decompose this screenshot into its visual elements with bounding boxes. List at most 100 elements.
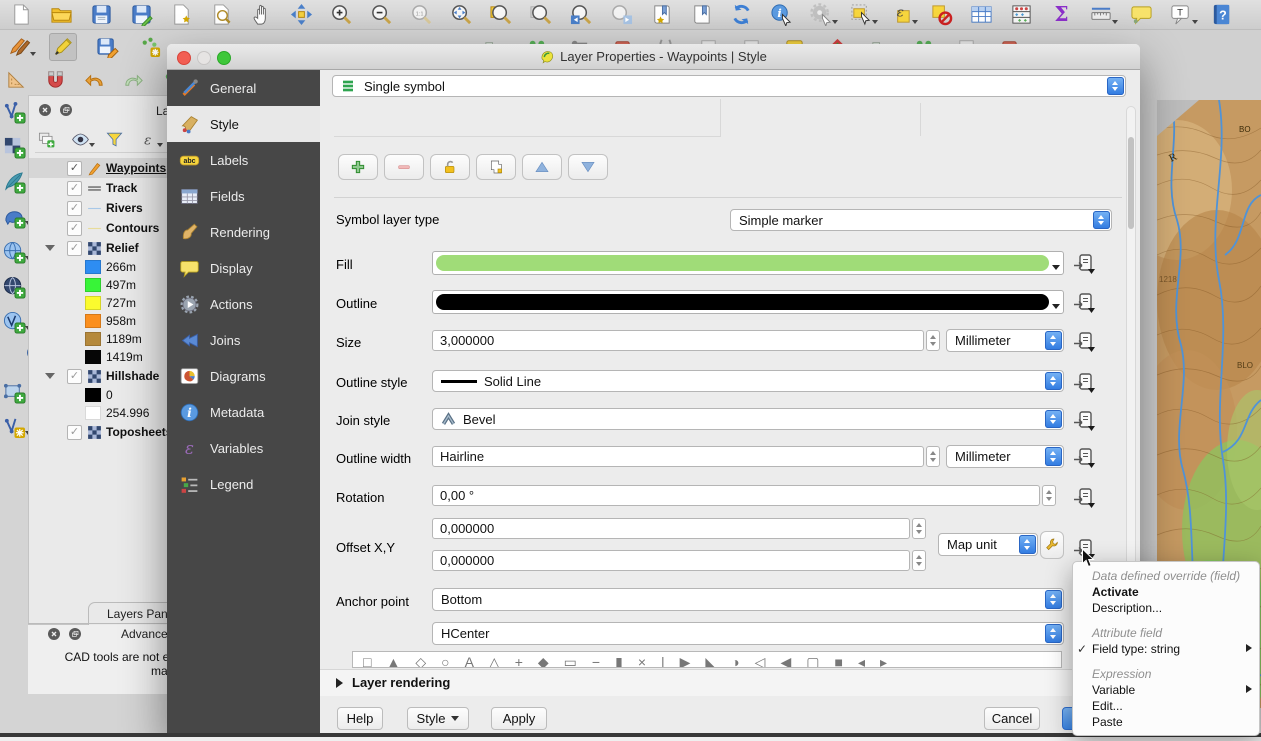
dropdown-spinner-icon[interactable] [1045,331,1062,350]
tab-metadata[interactable]: iMetadata [167,394,320,430]
layer-visibility-checkbox[interactable]: ✓ [67,369,82,384]
dropdown-spinner-icon[interactable] [1045,410,1062,428]
filter-legend[interactable] [103,129,125,151]
layer-visibility-checkbox[interactable]: ✓ [67,425,82,440]
snapping-options[interactable] [42,66,68,92]
zoom-out[interactable] [368,2,394,28]
new-bookmark[interactable] [648,2,674,28]
offset-unit-select[interactable]: Map unit [938,533,1038,556]
style-menu-button[interactable]: Style [407,707,469,730]
zoom-in[interactable] [328,2,354,28]
outline-data-defined-button[interactable] [1072,292,1098,314]
undo[interactable] [81,66,107,92]
outline-style-select[interactable]: Solid Line [432,370,1064,392]
layer-rendering-section[interactable]: Layer rendering [320,669,1140,696]
add-wms-layer[interactable] [1,240,27,264]
marker-triangle[interactable]: ▲ [386,654,400,667]
marker-ellipse[interactable]: ▭ [564,654,577,667]
anchor-vertical-select[interactable]: Bottom [432,588,1064,611]
marker-dash[interactable]: − [592,654,600,667]
expression-filter[interactable]: ε [137,129,159,151]
marker-pentagon[interactable]: ◇ [415,654,426,667]
layer-visibility-checkbox[interactable]: ✓ [67,221,82,236]
new-print-composer[interactable] [168,2,194,28]
new-shapefile-layer[interactable] [1,380,27,404]
pan-map[interactable] [248,2,274,28]
close-panel-icon[interactable] [37,102,53,118]
menu-item-variable[interactable]: Variable [1073,682,1259,698]
apply-button[interactable]: Apply [491,707,547,730]
anchor-horizontal-select[interactable]: HCenter [432,622,1064,645]
rotation-input[interactable]: 0,00 ° [432,485,1040,506]
marker-tri-left[interactable]: ◁ [755,654,766,667]
marker-square-open[interactable]: ▢ [806,654,819,667]
add-vector-layer[interactable] [1,100,27,124]
menu-item-activate[interactable]: Activate [1073,584,1259,600]
outline-color-button[interactable] [432,290,1064,314]
marker-arrow-right[interactable]: ▸ [880,654,887,667]
expand-arrow-icon[interactable] [45,373,55,379]
rotation-stepper[interactable] [1042,485,1056,506]
marker-letter-a[interactable]: A [465,654,474,667]
manage-visibility[interactable] [69,129,91,151]
zoom-to-layer[interactable] [488,2,514,28]
duplicate-symbol-layer-button[interactable] [476,154,516,180]
marker-arrow[interactable]: ▶ [680,654,691,667]
open-attribute-table[interactable] [968,2,994,28]
remove-symbol-layer-button[interactable] [384,154,424,180]
add-symbol-layer-button[interactable] [338,154,378,180]
size-stepper[interactable] [926,330,940,351]
dropdown-spinner-icon[interactable] [1093,211,1110,229]
new-project[interactable] [8,2,34,28]
offset-x-input[interactable]: 0,000000 [432,518,910,539]
offset-x-stepper[interactable] [912,518,926,539]
join-style-select[interactable]: Bevel [432,408,1064,430]
save-project[interactable] [88,2,114,28]
outline-width-data-defined-button[interactable] [1072,447,1098,469]
layer-visibility-checkbox[interactable]: ✓ [67,201,82,216]
join-style-data-defined-button[interactable] [1072,410,1098,432]
tab-labels[interactable]: abcLabels [167,142,320,178]
tab-rendering[interactable]: Rendering [167,214,320,250]
symbol-tree-area[interactable] [334,99,721,137]
pan-to-selection[interactable] [288,2,314,28]
marker-corner[interactable]: ◣ [705,654,716,667]
move-symbol-layer-up-button[interactable] [522,154,562,180]
marker-square[interactable]: □ [363,654,371,667]
run-feature-action[interactable] [808,2,834,28]
zoom-last[interactable] [568,2,594,28]
marker-arrow-left[interactable]: ◂ [858,654,865,667]
color-dropdown-icon[interactable] [1052,265,1060,270]
marker-diamond[interactable]: ◆ [538,654,549,667]
marker-open-triangle[interactable]: △ [489,654,500,667]
open-project[interactable] [48,2,74,28]
marker-line[interactable]: | [661,654,665,667]
tab-style[interactable]: Style [167,106,320,142]
collapse-arrow-icon[interactable] [336,678,343,688]
move-symbol-layer-down-button[interactable] [568,154,608,180]
fill-data-defined-button[interactable] [1072,253,1098,275]
expand-arrow-icon[interactable] [45,245,55,251]
add-group[interactable] [35,129,57,151]
add-wfs-layer[interactable] [1,310,27,334]
dropdown-spinner-icon[interactable] [1045,624,1062,643]
toggle-editing[interactable] [49,33,77,61]
enable-advanced-digitizing[interactable] [3,66,29,92]
map-tips[interactable] [1128,2,1154,28]
add-wcs-layer[interactable] [1,275,27,299]
statistical-summary[interactable]: Σ [1048,2,1074,28]
map-unit-scale-button[interactable] [1040,531,1064,559]
dropdown-spinner-icon[interactable] [1045,372,1062,390]
dropdown-spinner-icon[interactable] [1045,590,1062,609]
dropdown-spinner-icon[interactable] [1107,77,1124,95]
float-panel-icon[interactable] [67,626,83,642]
redo[interactable] [120,66,146,92]
float-panel-icon[interactable] [58,102,74,118]
close-panel-icon[interactable] [46,626,62,642]
marker-tri-filled[interactable]: ◀ [780,654,791,667]
size-input[interactable]: 3,000000 [432,330,924,351]
marker-square-filled[interactable]: ■ [834,654,842,667]
zoom-full[interactable] [448,2,474,28]
dialog-titlebar[interactable]: Layer Properties - Waypoints | Style [167,44,1140,70]
rotation-data-defined-button[interactable] [1072,487,1098,509]
